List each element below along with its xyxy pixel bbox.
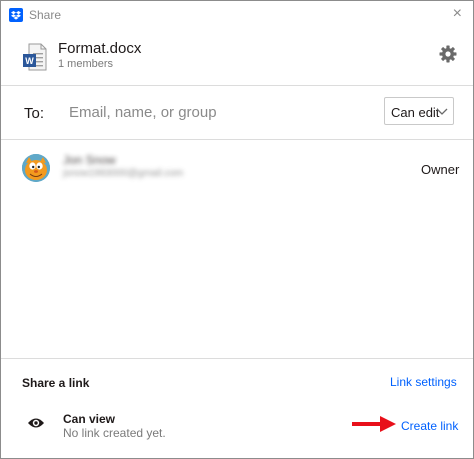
word-document-icon: W xyxy=(23,43,47,71)
link-access-level: Can view xyxy=(63,412,116,426)
link-status: No link created yet. xyxy=(63,426,166,440)
divider xyxy=(1,358,473,359)
eye-icon xyxy=(27,416,45,428)
dropbox-icon xyxy=(9,8,23,22)
gear-icon[interactable] xyxy=(438,44,458,64)
divider xyxy=(1,85,473,86)
chevron-down-icon xyxy=(436,108,448,115)
link-settings-link[interactable]: Link settings xyxy=(390,375,457,389)
file-name: Format.docx xyxy=(58,40,142,57)
permission-value: Can edit xyxy=(391,105,440,120)
close-icon[interactable]: × xyxy=(453,5,462,23)
red-arrow-icon xyxy=(350,414,398,434)
avatar xyxy=(22,154,50,182)
share-dialog: Share × W Format.docx 1 members To: Emai… xyxy=(0,0,474,459)
member-count: 1 members xyxy=(58,58,114,70)
svg-text:W: W xyxy=(25,56,34,66)
member-email: jsnow1993000@gmail.com xyxy=(63,168,184,179)
to-label: To: xyxy=(24,105,45,122)
divider xyxy=(1,139,473,140)
titlebar: Share × xyxy=(1,1,473,29)
share-link-heading: Share a link xyxy=(22,376,90,390)
member-role[interactable]: Owner xyxy=(421,162,459,177)
recipient-input[interactable] xyxy=(69,101,369,123)
permission-dropdown[interactable]: Can edit xyxy=(384,97,454,125)
member-name: Jon Snow xyxy=(63,153,116,167)
window-title: Share xyxy=(29,8,62,22)
create-link-button[interactable]: Create link xyxy=(401,419,458,433)
